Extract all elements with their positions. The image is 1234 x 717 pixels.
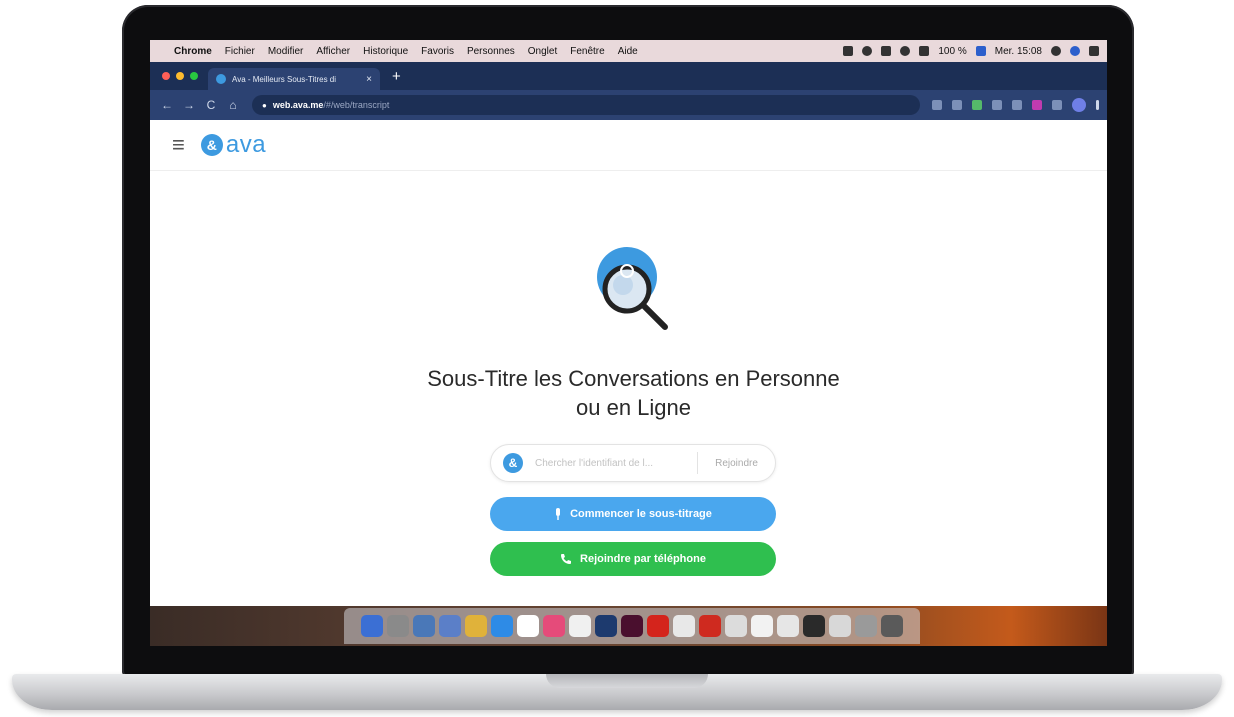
macos-dock	[344, 608, 920, 644]
laptop-screen: Chrome Fichier Modifier Afficher Histori…	[150, 40, 1107, 646]
dock-app-icon[interactable]	[725, 615, 747, 637]
url-host: web.ava.me	[272, 100, 324, 110]
ava-favicon-icon	[216, 74, 226, 84]
extensions-area	[920, 98, 1099, 112]
dock-app-icon[interactable]	[517, 615, 539, 637]
close-tab-icon[interactable]: ×	[366, 74, 372, 85]
dock-app-icon[interactable]	[803, 615, 825, 637]
join-by-phone-label: Rejoindre par téléphone	[580, 553, 706, 565]
dock-app-icon[interactable]	[569, 615, 591, 637]
conversation-id-search-input[interactable]	[533, 456, 697, 470]
home-button[interactable]: ⌂	[224, 98, 242, 112]
dock-app-icon[interactable]	[439, 615, 461, 637]
dock-app-icon[interactable]	[751, 615, 773, 637]
menu-fichier[interactable]: Fichier	[225, 46, 255, 57]
app-header: ≡ & ava	[150, 120, 1107, 171]
spotlight-search-icon[interactable]	[1051, 46, 1061, 56]
dock-app-icon[interactable]	[699, 615, 721, 637]
macos-menubar: Chrome Fichier Modifier Afficher Histori…	[150, 40, 1107, 62]
browser-tab-strip: Ava - Meilleurs Sous-Titres di × +	[150, 62, 1107, 90]
lock-icon[interactable]: ●	[262, 101, 267, 110]
magnifier-search-icon	[597, 247, 668, 330]
extension-icon-2[interactable]	[1012, 100, 1022, 110]
microphone-icon	[556, 507, 561, 520]
wifi-icon[interactable]	[900, 46, 911, 56]
page-headline: Sous-Titre les Conversations en Personne…	[150, 364, 1107, 422]
volume-icon[interactable]	[919, 46, 930, 56]
dock-app-icon[interactable]	[673, 615, 695, 637]
new-tab-button[interactable]: +	[380, 68, 401, 90]
menu-afficher[interactable]: Afficher	[316, 46, 350, 57]
forward-button[interactable]: →	[180, 98, 198, 112]
dock-app-icon[interactable]	[777, 615, 799, 637]
join-button[interactable]: Rejoindre	[698, 458, 775, 469]
url-path: /#/web/transcript	[323, 100, 390, 110]
battery-percentage: 100 %	[938, 45, 967, 57]
dock-app-icon[interactable]	[543, 615, 565, 637]
dock-app-icon[interactable]	[387, 615, 409, 637]
dock-app-icon[interactable]	[647, 615, 669, 637]
dock-app-icon[interactable]	[829, 615, 851, 637]
extension-pink-icon[interactable]	[1032, 100, 1042, 110]
status-extension-icon[interactable]	[881, 46, 892, 56]
zoom-window-button[interactable]	[190, 72, 198, 80]
menu-modifier[interactable]: Modifier	[268, 46, 304, 57]
dock-app-icon[interactable]	[491, 615, 513, 637]
address-bar[interactable]: ● web.ava.me /#/web/transcript	[252, 95, 920, 115]
start-captioning-label: Commencer le sous-titrage	[570, 508, 712, 520]
phone-icon	[561, 554, 572, 564]
headline-line-1: Sous-Titre les Conversations en Personne	[427, 366, 840, 391]
browser-toolbar: ← → C ⌂ ● web.ava.me /#/web/transcript	[150, 90, 1107, 120]
menubar-clock[interactable]: Mer. 15:08	[995, 46, 1042, 57]
start-captioning-button[interactable]: Commencer le sous-titrage	[490, 497, 776, 531]
extension-icon-3[interactable]	[1052, 100, 1062, 110]
menu-personnes[interactable]: Personnes	[467, 46, 515, 57]
menu-fenetre[interactable]: Fenêtre	[570, 46, 604, 57]
dropbox-icon[interactable]	[862, 46, 873, 56]
hamburger-menu-icon[interactable]: ≡	[172, 134, 185, 156]
browser-tab-active[interactable]: Ava - Meilleurs Sous-Titres di ×	[208, 68, 380, 90]
reload-button[interactable]: C	[202, 98, 220, 112]
siri-icon[interactable]	[1070, 46, 1080, 56]
menu-chrome[interactable]: Chrome	[174, 46, 212, 57]
laptop-notch	[546, 674, 708, 688]
window-controls	[150, 72, 208, 90]
menu-favoris[interactable]: Favoris	[421, 46, 454, 57]
headline-line-2: ou en Ligne	[576, 395, 691, 420]
browser-menu-icon[interactable]	[1096, 100, 1099, 110]
join-by-phone-button[interactable]: Rejoindre par téléphone	[490, 542, 776, 576]
ava-logo-mark-icon: &	[200, 134, 223, 156]
profile-avatar[interactable]	[1072, 98, 1086, 112]
ava-join-icon: &	[503, 453, 523, 473]
dock-app-icon[interactable]	[881, 615, 903, 637]
dock-app-icon[interactable]	[595, 615, 617, 637]
input-source-flag-icon[interactable]	[975, 46, 986, 56]
dock-app-icon[interactable]	[621, 615, 643, 637]
dock-app-icon[interactable]	[361, 615, 383, 637]
extension-icon[interactable]	[992, 100, 1002, 110]
extension-green-icon[interactable]	[972, 100, 982, 110]
menu-aide[interactable]: Aide	[618, 46, 638, 57]
translate-icon[interactable]	[932, 100, 942, 110]
menu-onglet[interactable]: Onglet	[528, 46, 557, 57]
status-app-icon[interactable]	[843, 46, 854, 56]
bookmark-star-icon[interactable]	[952, 100, 962, 110]
dock-app-icon[interactable]	[465, 615, 487, 637]
back-button[interactable]: ←	[158, 98, 176, 112]
join-conversation-box: & Rejoindre	[490, 444, 776, 482]
dock-app-icon[interactable]	[855, 615, 877, 637]
tab-title: Ava - Meilleurs Sous-Titres di	[232, 74, 337, 84]
dock-app-icon[interactable]	[413, 615, 435, 637]
notification-center-icon[interactable]	[1089, 46, 1099, 56]
close-window-button[interactable]	[162, 72, 170, 80]
menu-historique[interactable]: Historique	[363, 46, 408, 57]
ava-logo-text: ava	[225, 131, 267, 158]
minimize-window-button[interactable]	[176, 72, 184, 80]
menubar-status-area: 100 % Mer. 15:08	[843, 46, 1107, 57]
